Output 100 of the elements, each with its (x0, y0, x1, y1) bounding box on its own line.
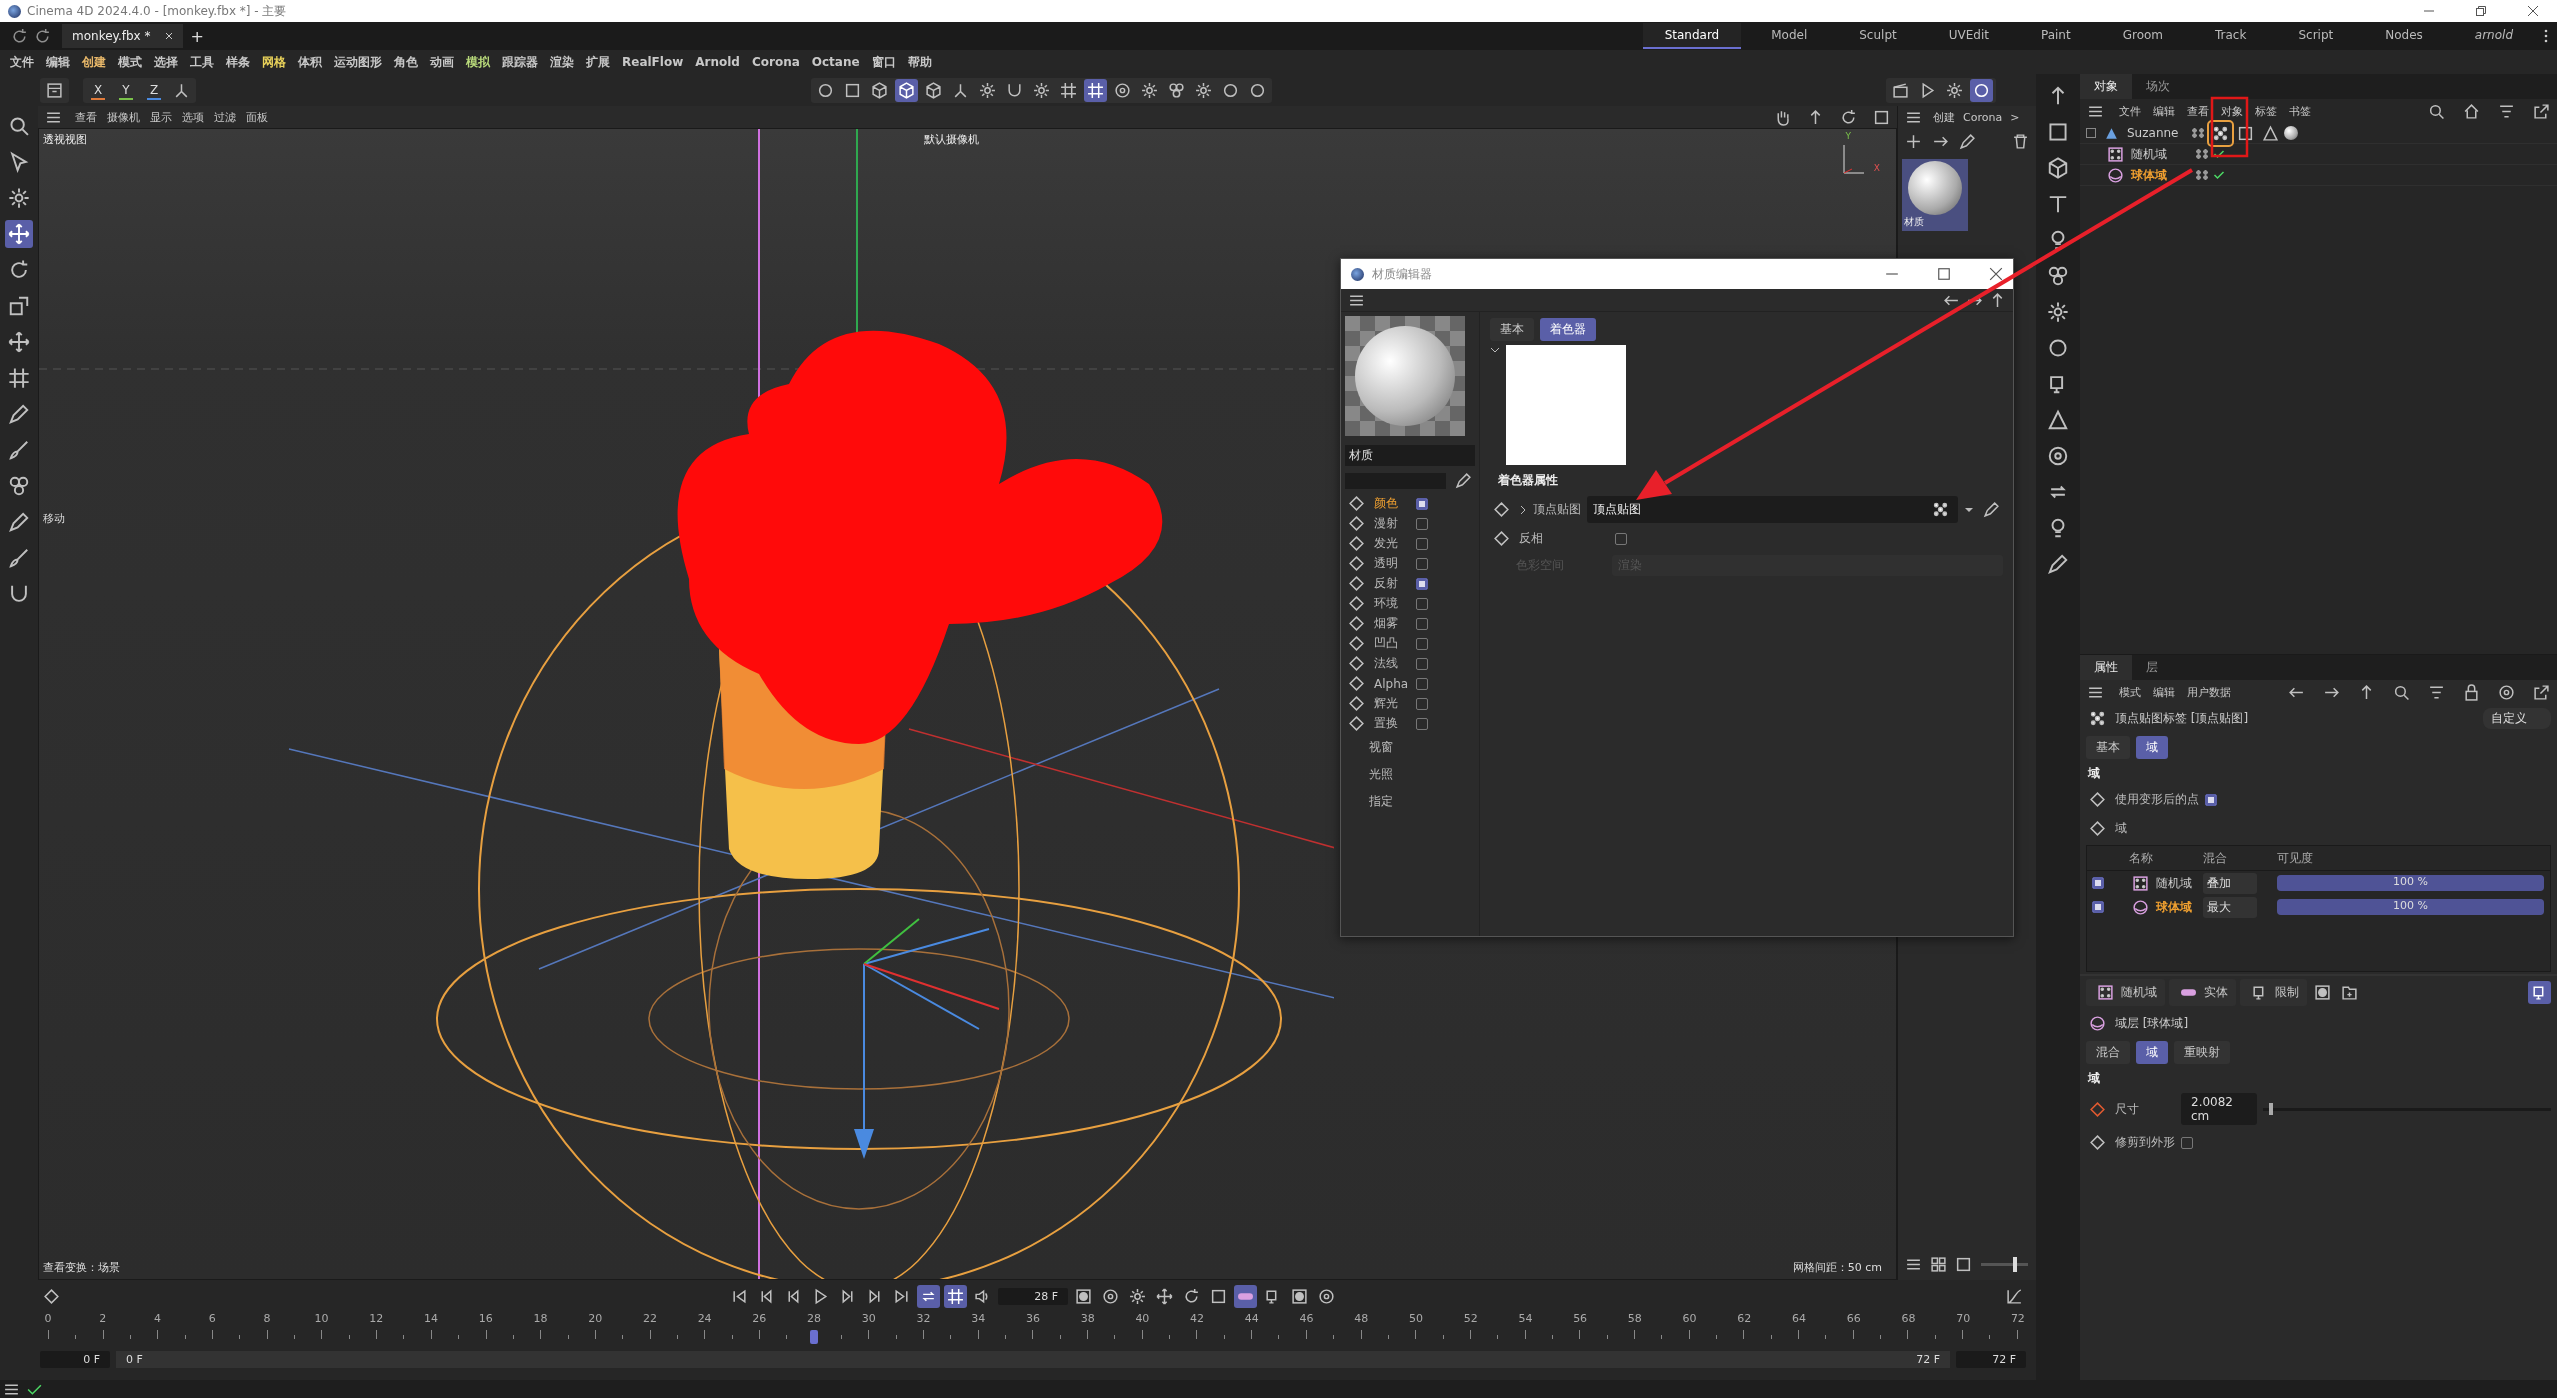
material-swatch[interactable]: 材质 (1902, 159, 1968, 231)
menu-item[interactable]: 渲染 (550, 53, 574, 71)
object-name[interactable]: 随机域 (2131, 145, 2191, 163)
material-tag-icon[interactable] (2284, 126, 2298, 140)
checkbox[interactable] (2092, 901, 2104, 913)
layout-tab[interactable]: Paint (2018, 23, 2093, 49)
menu-item[interactable]: 选择 (154, 53, 178, 71)
checkbox[interactable] (1416, 697, 1428, 710)
channel-item[interactable]: 置换 (1374, 715, 1410, 732)
checkbox[interactable] (1416, 597, 1428, 610)
slider-thumb[interactable] (2013, 1257, 2018, 1272)
axis-lock-button[interactable]: Z (142, 79, 166, 101)
start-frame-field[interactable]: 0 F (40, 1350, 110, 1368)
end-frame-field[interactable]: 72 F (1956, 1350, 2026, 1368)
menu-item[interactable]: 模拟 (466, 53, 490, 71)
loop-icon[interactable] (917, 1284, 940, 1308)
menu-item[interactable]: 模式 (2119, 684, 2141, 700)
menu-item[interactable]: 文件 (2119, 103, 2141, 119)
menu-item[interactable]: 查看 (75, 109, 97, 125)
layout-tab[interactable]: Groom (2100, 23, 2185, 49)
checkbox[interactable] (2181, 1136, 2193, 1149)
playhead[interactable] (810, 1330, 819, 1344)
visibility-dots-icon[interactable] (2195, 170, 2209, 180)
blend-dropdown[interactable]: 最大 (2203, 896, 2257, 918)
menu-item[interactable]: 跟踪器 (502, 53, 538, 71)
frame-ruler[interactable]: 0 2 4 6 8 10 12 14 16 18 20 22 24 26 28 30 32 34 36 38 40 42 44 46 48 50 52 54 56 58 60 62 64 66 68 70 72 (40, 1312, 2026, 1348)
collapse-caret-icon[interactable] (1490, 345, 1500, 355)
checkbox[interactable] (1416, 577, 1428, 590)
visibility-slider[interactable]: 100 % (2277, 875, 2544, 891)
object-name[interactable]: Suzanne (2127, 126, 2187, 140)
menu-item[interactable]: 对象 (2221, 103, 2243, 119)
panel-tab[interactable]: 层 (2132, 655, 2172, 680)
checkbox[interactable] (1416, 637, 1428, 650)
menu-item[interactable]: 体积 (298, 53, 322, 71)
menu-item[interactable]: 模式 (118, 53, 142, 71)
menu-item[interactable]: 角色 (394, 53, 418, 71)
axis-lock-button[interactable]: X (86, 79, 110, 101)
shader-field[interactable]: 顶点贴图 (1587, 496, 1958, 523)
checkbox[interactable] (1615, 532, 1627, 545)
checkbox[interactable] (1416, 717, 1428, 730)
menu-item[interactable]: 显示 (150, 109, 172, 125)
section-tab[interactable]: 重映射 (2174, 1041, 2230, 1064)
menu-item[interactable]: 动画 (430, 53, 454, 71)
menu-item[interactable]: Octane (811, 55, 860, 69)
layout-tab[interactable]: Standard (1642, 23, 1742, 49)
channel-item[interactable]: 漫射 (1374, 515, 1410, 532)
menu-item[interactable]: Corona (751, 55, 800, 69)
channel-item[interactable]: 烟雾 (1374, 615, 1410, 632)
checkbox[interactable] (1416, 537, 1428, 550)
menu-item[interactable]: 帮助 (907, 53, 932, 71)
checkbox[interactable] (1416, 677, 1428, 690)
panel-tab[interactable]: 场次 (2132, 74, 2184, 99)
channel-item[interactable]: 法线 (1374, 655, 1410, 672)
menu-item[interactable]: Corona (1963, 110, 2003, 124)
field-name[interactable]: 球体域 (2156, 898, 2201, 916)
menu-item[interactable]: 窗口 (871, 53, 896, 71)
channel-item[interactable]: Alpha (1374, 676, 1410, 691)
close-icon[interactable] (2527, 5, 2539, 17)
menu-item[interactable]: 编辑 (46, 53, 70, 71)
menu-item[interactable]: 编辑 (2153, 103, 2175, 119)
toggle-icon[interactable] (1234, 1284, 1257, 1308)
channel-item[interactable]: 光照 (1369, 765, 1405, 783)
frame-icon[interactable] (2528, 981, 2551, 1004)
menu-item[interactable]: 标签 (2255, 103, 2277, 119)
menu-item[interactable]: 创建 (1933, 109, 1955, 125)
layout-tab[interactable]: Sculpt (1837, 23, 1919, 49)
vertex-map-icon[interactable] (2209, 121, 2232, 145)
blend-dropdown[interactable]: 叠加 (2203, 872, 2257, 894)
add-field-button[interactable]: 随机域 (2086, 979, 2165, 1006)
section-tab[interactable]: 着色器 (1540, 318, 1596, 341)
checkmark-icon[interactable] (2213, 148, 2225, 160)
visibility-slider[interactable]: 100 % (2277, 899, 2544, 915)
menu-item[interactable]: 运动图形 (334, 53, 382, 71)
checkbox[interactable] (1416, 497, 1428, 510)
channel-item[interactable]: 透明 (1374, 555, 1410, 572)
channel-item[interactable]: 颜色 (1374, 495, 1410, 512)
preview-range-bar[interactable]: 0 F 72 F (116, 1350, 1950, 1368)
section-tab[interactable]: 基本 (1490, 318, 1534, 341)
checkbox[interactable] (1416, 617, 1428, 630)
grid-icon[interactable] (944, 1284, 967, 1308)
menu-item[interactable]: 网格 (262, 53, 286, 71)
menu-item[interactable]: Arnold (695, 55, 740, 69)
section-tab[interactable]: 混合 (2086, 1041, 2130, 1064)
material-name-field[interactable]: 材质 (1345, 445, 1475, 466)
menu-item[interactable]: 书签 (2289, 103, 2311, 119)
channel-item[interactable]: 指定 (1369, 792, 1405, 810)
section-tab[interactable]: 基本 (2086, 736, 2130, 759)
checkbox[interactable] (1416, 557, 1428, 570)
slider-thumb[interactable] (2268, 1102, 2273, 1115)
menu-item[interactable]: 选项 (182, 109, 204, 125)
expand-caret-icon[interactable] (1519, 504, 1527, 515)
more-icon[interactable] (2543, 28, 2549, 44)
menu-item[interactable]: 编辑 (2153, 684, 2175, 700)
field-name[interactable]: 随机域 (2156, 874, 2201, 892)
checkbox[interactable] (1416, 657, 1428, 670)
menu-item[interactable]: 样条 (226, 53, 250, 71)
menu-item[interactable]: > (2010, 110, 2020, 124)
camera-label[interactable]: 默认摄像机 (924, 132, 979, 147)
checkmark-icon[interactable] (2213, 169, 2225, 181)
move-icon[interactable] (5, 220, 33, 248)
